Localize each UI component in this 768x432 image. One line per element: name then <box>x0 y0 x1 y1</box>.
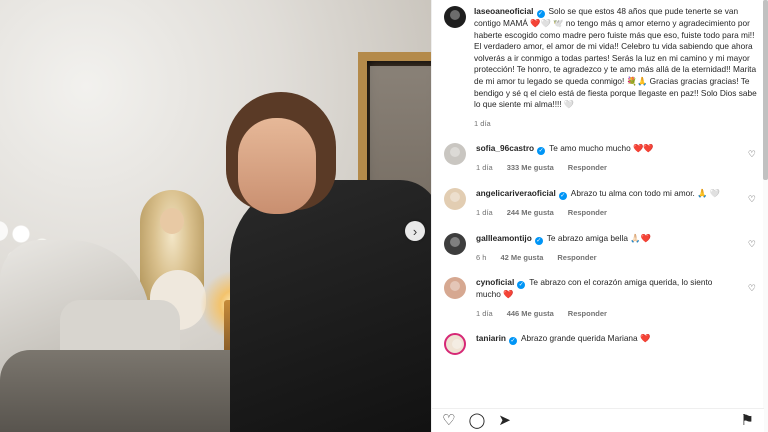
verified-badge-icon: ✓ <box>517 281 526 290</box>
reply-button[interactable]: Responder <box>568 308 607 320</box>
comment-text: Abrazo tu alma con todo mi amor. 🙏 🤍 <box>570 187 721 198</box>
comment-likes[interactable]: 446 Me gusta <box>507 308 554 320</box>
avatar[interactable] <box>444 187 466 210</box>
comment-username[interactable]: cynoficial <box>476 277 514 287</box>
comment-likes[interactable]: 42 Me gusta <box>500 252 543 264</box>
send-icon[interactable]: ➤ <box>498 412 511 429</box>
avatar[interactable] <box>444 277 466 300</box>
verified-badge-icon: ✓ <box>537 147 546 156</box>
verified-badge-icon: ✓ <box>536 10 545 18</box>
comment-likes[interactable]: 244 Me gusta <box>507 207 554 219</box>
photo-woman-face <box>238 118 316 214</box>
avatar[interactable] <box>444 6 466 28</box>
scrollbar[interactable] <box>763 0 768 432</box>
comment-item: sofia_96castro ✓ Te amo mucho mucho ❤️❤️ 1… <box>444 143 762 174</box>
comment-likes[interactable]: 333 Me gusta <box>507 162 554 174</box>
bookmark-icon[interactable]: ⚑ <box>741 412 754 429</box>
comment-item: taniarin ✓ Abrazo grande querida Mariana ❤… <box>444 333 762 356</box>
photo-woman-body <box>230 180 431 432</box>
comment-username[interactable]: sofia_96castro <box>476 143 534 153</box>
verified-badge-icon: ✓ <box>508 337 517 346</box>
comment-username[interactable]: taniarin <box>476 333 506 343</box>
comments-panel: laseoaneoficial ✓ Solo se que estos 48 año… <box>431 0 768 432</box>
caption-text: Solo se que estos 48 años que pude tener… <box>474 6 757 110</box>
comment-text: Te abrazo amiga bella 🙏🏻❤️ <box>546 232 651 243</box>
reply-button[interactable]: Responder <box>568 207 607 219</box>
heart-outline-icon[interactable]: ♡ <box>748 239 756 250</box>
heart-outline-icon[interactable]: ♡ <box>442 412 455 429</box>
comment-text: Abrazo grande querida Mariana ❤️ <box>520 333 651 344</box>
heart-outline-icon[interactable]: ♡ <box>748 283 756 294</box>
instagram-post-view: › laseoaneoficial ✓ Solo se que estos 48 a… <box>0 0 768 432</box>
comment-time[interactable]: 6 h <box>476 252 486 264</box>
scrollbar-thumb[interactable] <box>763 0 768 180</box>
chevron-right-icon[interactable]: › <box>405 221 425 241</box>
caption-username[interactable]: laseoaneoficial <box>474 6 534 16</box>
comment-time[interactable]: 1 día <box>476 207 493 219</box>
avatar[interactable] <box>444 232 466 255</box>
heart-outline-icon[interactable]: ♡ <box>748 194 756 205</box>
comment-icon[interactable]: ◯ <box>468 412 485 429</box>
post-caption: laseoaneoficial ✓ Solo se que estos 48 año… <box>444 0 762 129</box>
caption-time[interactable]: 1 día <box>474 118 491 130</box>
reply-button[interactable]: Responder <box>557 252 596 264</box>
verified-badge-icon: ✓ <box>558 191 567 200</box>
post-photo[interactable]: › <box>0 0 431 432</box>
comment-item: cynoficial ✓ Te abrazo con el corazón amig… <box>444 277 762 319</box>
comment-time[interactable]: 1 día <box>476 308 493 320</box>
avatar[interactable] <box>444 143 466 166</box>
heart-outline-icon[interactable]: ♡ <box>748 149 756 160</box>
comment-username[interactable]: gallleamontijo <box>476 233 532 243</box>
verified-badge-icon: ✓ <box>534 236 543 245</box>
comment-time[interactable]: 1 día <box>476 162 493 174</box>
comment-item: angelicariveraoficial ✓ Abrazo tu alma con… <box>444 187 762 219</box>
reply-button[interactable]: Responder <box>568 162 607 174</box>
post-action-bar: ♡ ◯ ➤ ⚑ <box>432 408 764 432</box>
avatar[interactable] <box>444 333 466 356</box>
comment-item: gallleamontijo ✓ Te abrazo amiga bella 🙏🏻❤… <box>444 232 762 264</box>
comments-scroll-area[interactable]: laseoaneoficial ✓ Solo se que estos 48 año… <box>432 0 762 400</box>
comment-username[interactable]: angelicariveraoficial <box>476 188 556 198</box>
comment-text: Te amo mucho mucho ❤️❤️ <box>549 143 654 154</box>
